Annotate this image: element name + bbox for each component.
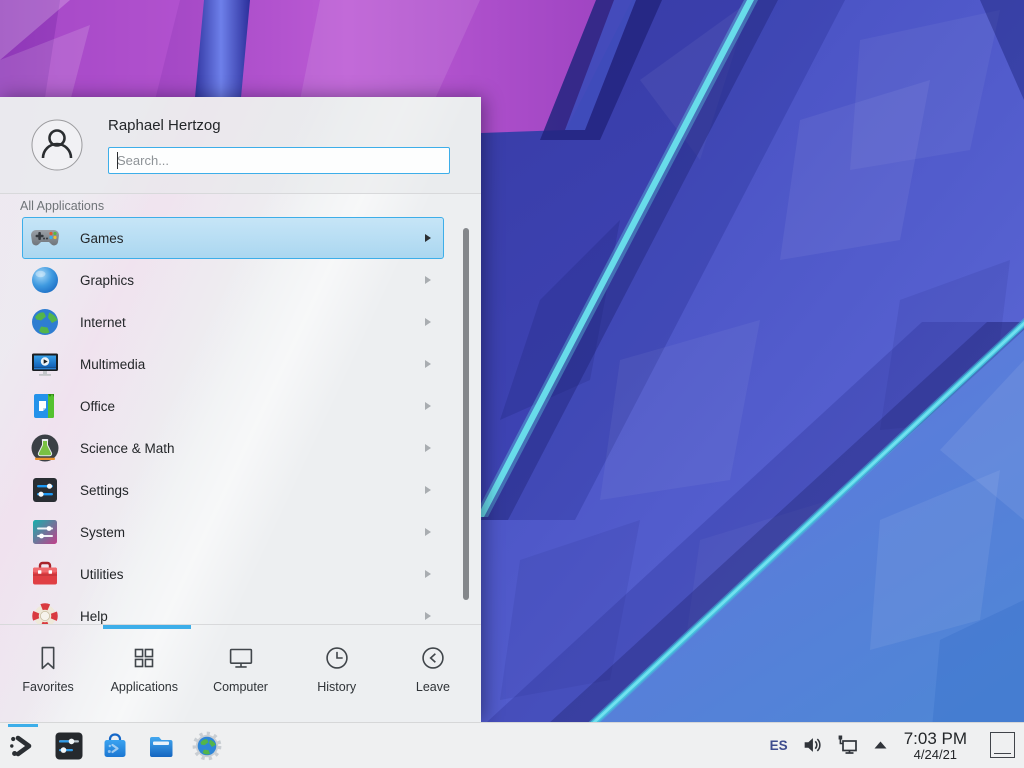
lifebuoy-icon xyxy=(29,600,61,624)
globe-icon xyxy=(29,306,61,338)
clock-date: 4/24/21 xyxy=(904,748,967,762)
digital-clock[interactable]: 7:03 PM 4/24/21 xyxy=(904,730,967,761)
submenu-arrow-icon xyxy=(425,318,431,326)
gamepad-icon xyxy=(29,222,61,254)
bookmark-icon xyxy=(31,641,65,675)
category-item-help[interactable]: Help xyxy=(22,595,444,624)
submenu-arrow-icon xyxy=(425,570,431,578)
flask-icon xyxy=(29,432,61,464)
toolbox-icon xyxy=(29,558,61,590)
category-label: Utilities xyxy=(80,567,124,582)
keyboard-layout-indicator[interactable]: ES xyxy=(770,738,788,753)
category-item-internet[interactable]: Internet xyxy=(22,301,444,343)
tab-label: Applications xyxy=(111,680,178,694)
user-avatar[interactable] xyxy=(31,119,83,171)
network-icon xyxy=(836,733,860,757)
clock-icon xyxy=(320,641,354,675)
app-grid-icon xyxy=(127,641,161,675)
computer-icon xyxy=(224,641,258,675)
submenu-arrow-icon xyxy=(425,528,431,536)
submenu-arrow-icon xyxy=(425,276,431,284)
file-manager-button[interactable] xyxy=(146,731,176,761)
submenu-arrow-icon xyxy=(425,612,431,620)
show-desktop-button[interactable] xyxy=(990,732,1015,758)
clock-time: 7:03 PM xyxy=(904,730,967,748)
application-launcher-menu: Raphael Hertzog All Applications xyxy=(0,97,481,722)
tab-label: Favorites xyxy=(22,680,73,694)
category-item-multimedia[interactable]: Multimedia xyxy=(22,343,444,385)
section-label: All Applications xyxy=(20,199,104,213)
category-item-games[interactable]: Games xyxy=(22,217,444,259)
category-item-settings[interactable]: Settings xyxy=(22,469,444,511)
launcher-tabbar: Favorites Applications C xyxy=(0,628,481,722)
volume-icon xyxy=(801,734,823,756)
user-avatar-icon xyxy=(31,119,83,171)
kde-launcher-button[interactable] xyxy=(8,731,38,761)
document-icon xyxy=(29,390,61,422)
category-label: System xyxy=(80,525,125,540)
file-manager-icon xyxy=(146,731,176,761)
system-tray: ES xyxy=(770,730,1024,761)
tab-applications[interactable]: Applications xyxy=(96,628,192,722)
tab-computer[interactable]: Computer xyxy=(192,628,288,722)
discover-button[interactable] xyxy=(100,731,130,761)
category-label: Internet xyxy=(80,315,126,330)
tab-label: History xyxy=(317,680,356,694)
list-scrollbar[interactable] xyxy=(463,228,469,600)
tab-favorites[interactable]: Favorites xyxy=(0,628,96,722)
submenu-arrow-icon xyxy=(425,486,431,494)
desktop: Raphael Hertzog All Applications xyxy=(0,0,1024,768)
expand-tray-icon xyxy=(873,740,888,750)
web-browser-button[interactable] xyxy=(192,731,222,761)
submenu-arrow-icon xyxy=(425,402,431,410)
taskbar: ES xyxy=(0,722,1024,768)
submenu-arrow-icon xyxy=(425,360,431,368)
tab-history[interactable]: History xyxy=(289,628,385,722)
monitor-play-icon xyxy=(29,348,61,380)
sliders-icon xyxy=(29,474,61,506)
category-label: Help xyxy=(80,609,108,624)
text-caret xyxy=(117,152,118,169)
category-item-office[interactable]: Office xyxy=(22,385,444,427)
category-label: Graphics xyxy=(80,273,134,288)
category-item-system[interactable]: System xyxy=(22,511,444,553)
web-browser-icon xyxy=(192,731,222,761)
discover-icon xyxy=(100,731,130,761)
volume-button[interactable] xyxy=(801,734,823,756)
tabbar-divider xyxy=(0,624,481,625)
search-input[interactable] xyxy=(108,147,450,174)
system-sliders-icon xyxy=(29,516,61,548)
category-list: Games Graphics xyxy=(0,217,481,624)
category-label: Games xyxy=(80,231,124,246)
sphere-icon xyxy=(29,264,61,296)
category-label: Multimedia xyxy=(80,357,145,372)
category-item-science-math[interactable]: Science & Math xyxy=(22,427,444,469)
leave-icon xyxy=(416,641,450,675)
category-label: Settings xyxy=(80,483,129,498)
tab-leave[interactable]: Leave xyxy=(385,628,481,722)
category-item-utilities[interactable]: Utilities xyxy=(22,553,444,595)
tab-label: Computer xyxy=(213,680,268,694)
category-label: Office xyxy=(80,399,115,414)
user-name: Raphael Hertzog xyxy=(108,117,221,134)
submenu-arrow-icon xyxy=(425,444,431,452)
tab-label: Leave xyxy=(416,680,450,694)
category-item-graphics[interactable]: Graphics xyxy=(22,259,444,301)
system-settings-button[interactable] xyxy=(54,731,84,761)
kde-launcher-icon xyxy=(8,731,38,761)
network-button[interactable] xyxy=(836,733,860,757)
taskbar-launchers xyxy=(0,731,222,761)
category-label: Science & Math xyxy=(80,441,175,456)
submenu-arrow-icon xyxy=(425,234,431,242)
launcher-header: Raphael Hertzog xyxy=(0,97,481,194)
expand-tray-button[interactable] xyxy=(873,740,888,750)
system-settings-icon xyxy=(54,731,84,761)
